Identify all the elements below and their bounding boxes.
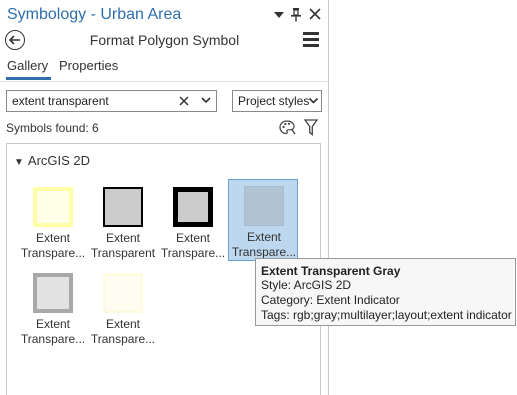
tabs-divider (0, 81, 329, 82)
close-icon[interactable] (307, 5, 323, 23)
search-box (6, 90, 217, 112)
symbol-swatch (33, 273, 73, 313)
symbol-label: Extent Transpare... (20, 231, 86, 260)
pane-subtitle: Format Polygon Symbol (89, 32, 240, 48)
symbol-label: Extent Transpare... (160, 231, 226, 260)
symbol-swatch (244, 186, 284, 226)
symbol-item[interactable]: Extent Transpare... (88, 267, 158, 349)
pane-titlebar: Symbology - Urban Area (0, 0, 329, 30)
search-input[interactable] (12, 93, 172, 109)
gallery-group-label: ArcGIS 2D (27, 153, 91, 168)
symbol-label: Extent Transpare... (90, 317, 156, 346)
symbol-tooltip: Extent Transparent Gray Style: ArcGIS 2D… (255, 258, 516, 326)
symbol-swatch (103, 273, 143, 313)
pane-title: Symbology - Urban Area (7, 6, 182, 23)
chevron-down-icon: ▼ (14, 157, 24, 168)
symbol-item[interactable]: Extent Transparent (88, 181, 158, 263)
style-filter-select[interactable]: Project styles (232, 90, 322, 112)
menu-icon[interactable] (303, 32, 319, 47)
clear-search-icon[interactable] (179, 92, 189, 110)
tab-gallery[interactable]: Gallery (7, 58, 48, 73)
symbology-pane: Symbology - Urban Area Format Polygon Sy… (0, 0, 329, 395)
tooltip-style: Style: ArcGIS 2D (261, 278, 352, 292)
symbol-swatch (173, 187, 213, 227)
symbol-item[interactable]: Extent Transpare... (18, 181, 88, 263)
tab-strip: Gallery Properties (0, 58, 329, 80)
dropdown-icon[interactable] (271, 6, 287, 24)
pane-subheader: Format Polygon Symbol (0, 30, 329, 52)
tooltip-category: Category: Extent Indicator (261, 293, 400, 307)
symbol-swatch (33, 187, 73, 227)
chevron-down-icon (201, 97, 211, 104)
symbol-label: Extent Transpare... (231, 230, 297, 259)
tab-properties[interactable]: Properties (59, 58, 118, 73)
symbols-found-count: Symbols found: 6 (6, 121, 99, 135)
pin-icon[interactable] (288, 6, 304, 24)
search-history-dropdown[interactable] (200, 93, 212, 107)
symbol-label: Extent Transpare... (20, 317, 86, 346)
gallery-group-header[interactable]: ▼ ArcGIS 2D (14, 153, 90, 168)
symbol-label: Extent Transparent (90, 231, 156, 260)
style-filter-value: Project styles (238, 94, 310, 108)
symbol-item-selected[interactable]: Extent Transpare... (228, 179, 298, 261)
filter-icon[interactable] (303, 119, 319, 136)
symbol-item[interactable]: Extent Transpare... (18, 267, 88, 349)
symbol-swatch (103, 187, 143, 227)
chevron-down-icon (308, 94, 319, 107)
tooltip-tags: Tags: rgb;gray;multilayer;layout;extent … (261, 308, 512, 322)
palette-icon[interactable] (279, 120, 296, 135)
symbol-item[interactable]: Extent Transpare... (158, 181, 228, 263)
active-tab-indicator (6, 77, 51, 80)
tooltip-title: Extent Transparent Gray (261, 264, 401, 278)
